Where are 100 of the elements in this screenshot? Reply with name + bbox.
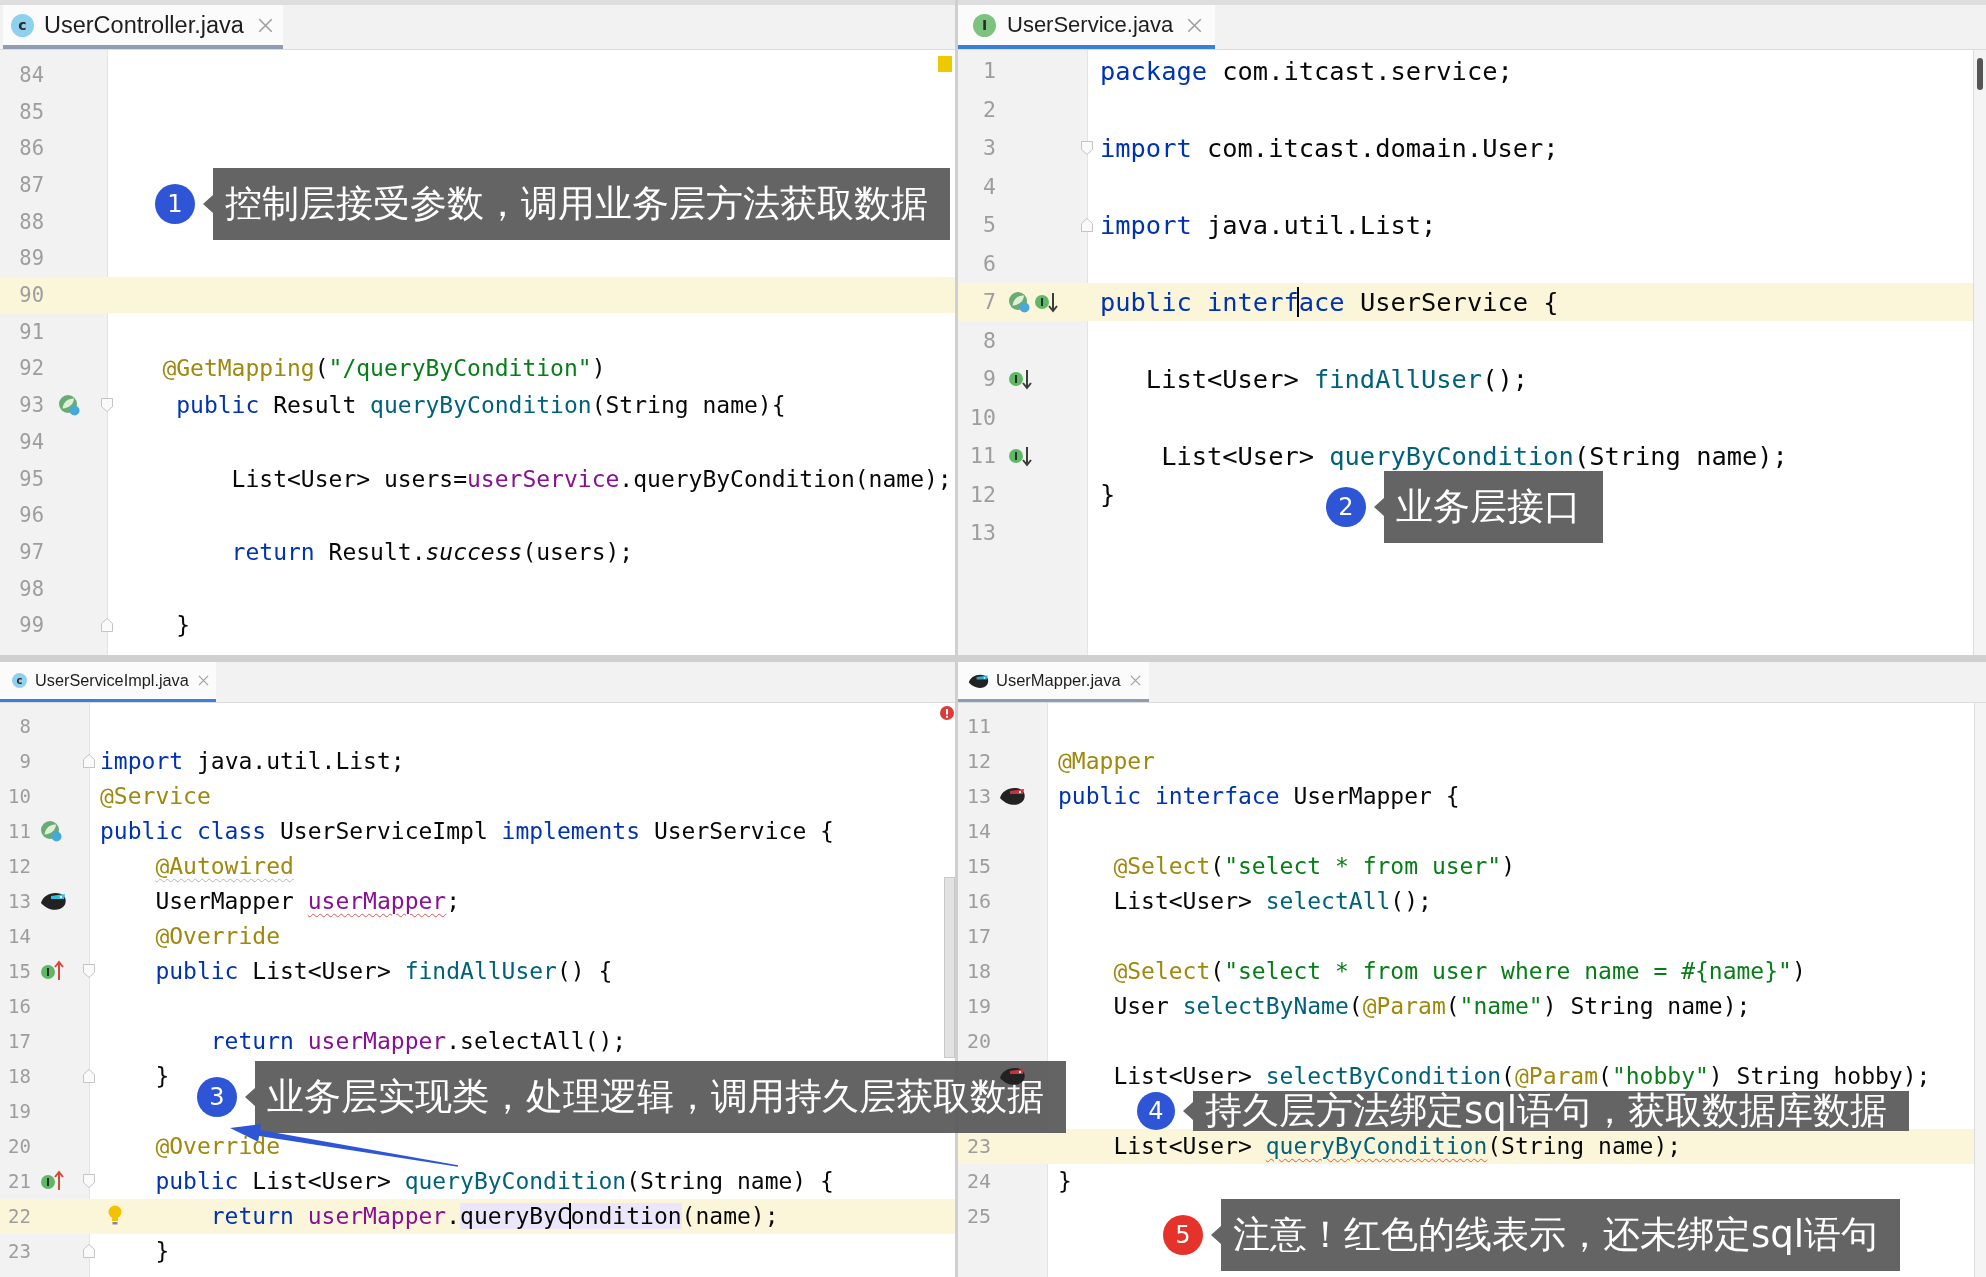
callout-text: 业务层接口 bbox=[1374, 471, 1603, 543]
code-line: User selectByName(@Param("name") String name); bbox=[1113, 993, 1751, 1019]
class-icon: c bbox=[11, 13, 34, 37]
line-number: 86 bbox=[19, 136, 44, 161]
fold-icon[interactable] bbox=[1080, 139, 1094, 156]
scrollbar-thumb[interactable] bbox=[944, 877, 955, 1058]
line-number: 98 bbox=[19, 576, 44, 601]
close-icon[interactable] bbox=[1129, 675, 1141, 686]
line-number: 12 bbox=[8, 855, 31, 877]
line-number: 15 bbox=[8, 960, 31, 982]
line-number: 18 bbox=[966, 959, 991, 983]
code-line: @Select("select * from user") bbox=[1113, 853, 1515, 879]
fold-icon[interactable] bbox=[82, 963, 96, 979]
line-number: 21 bbox=[8, 1170, 31, 1192]
code-line: import java.util.List; bbox=[1100, 209, 1437, 240]
leaf-icon[interactable] bbox=[40, 820, 62, 842]
down-arrow-icon[interactable] bbox=[1034, 290, 1058, 313]
line-number: 88 bbox=[19, 209, 44, 234]
editor-tab[interactable]: c UserServiceImpl.java bbox=[0, 662, 216, 702]
line-number: 25 bbox=[966, 1204, 991, 1228]
line-number: 13 bbox=[8, 890, 31, 912]
code-line: List<User> queryByCondition(String name); bbox=[1113, 1133, 1682, 1159]
up-arrow-icon[interactable] bbox=[40, 1170, 64, 1192]
interface-icon: I bbox=[973, 13, 996, 37]
code-line: } bbox=[176, 612, 191, 639]
code-line: @Select("select * from user where name = #{name}") bbox=[1113, 958, 1806, 984]
fold-icon[interactable] bbox=[100, 397, 114, 414]
code-line: @Service bbox=[100, 783, 211, 809]
line-number: 13 bbox=[966, 784, 991, 808]
code-line: UserMapper userMapper; bbox=[155, 888, 461, 914]
fold-icon[interactable] bbox=[82, 1173, 96, 1189]
close-icon[interactable] bbox=[257, 17, 273, 33]
line-number: 5 bbox=[983, 212, 996, 238]
line-number: 16 bbox=[966, 889, 991, 913]
line-number: 17 bbox=[8, 1030, 31, 1052]
editor-tab[interactable]: I UserService.java bbox=[958, 5, 1216, 49]
line-number: 95 bbox=[19, 466, 44, 491]
code-line: public Result queryByCondition(String name){ bbox=[176, 392, 786, 419]
line-number: 9 bbox=[19, 750, 31, 772]
code-line: List<User> findAllUser(); bbox=[1145, 363, 1528, 394]
code-line: @GetMapping("/queryByCondition") bbox=[162, 355, 606, 382]
line-number: 89 bbox=[19, 246, 44, 271]
line-number: 6 bbox=[983, 250, 996, 276]
code-line: public List<User> queryByCondition(String name) { bbox=[155, 1168, 834, 1194]
code-line: @Override bbox=[155, 1133, 280, 1159]
down-arrow-icon[interactable] bbox=[1008, 444, 1032, 467]
line-number: 8 bbox=[983, 327, 996, 353]
line-number: 2 bbox=[983, 96, 996, 122]
line-number: 14 bbox=[966, 819, 991, 843]
line-number: 8 bbox=[19, 715, 31, 737]
class-icon: c bbox=[12, 673, 27, 688]
line-number: 91 bbox=[19, 319, 44, 344]
fold-icon[interactable] bbox=[82, 1068, 96, 1084]
close-icon[interactable] bbox=[1187, 17, 1203, 33]
code-line: } bbox=[155, 1238, 170, 1264]
code-line: public class UserServiceImpl implements UserService { bbox=[100, 818, 834, 844]
code-line: package com.itcast.service; bbox=[1100, 55, 1513, 86]
leaf-icon[interactable] bbox=[58, 394, 80, 417]
line-number: 16 bbox=[8, 995, 31, 1017]
line-number: 84 bbox=[19, 62, 44, 87]
editor-tab[interactable]: UserMapper.java bbox=[958, 662, 1149, 702]
line-number: 93 bbox=[19, 393, 44, 418]
fold-icon[interactable] bbox=[82, 753, 96, 769]
code-line: return userMapper.selectAll(); bbox=[210, 1028, 627, 1054]
lightbulb-icon[interactable] bbox=[108, 1204, 122, 1225]
scrollbar[interactable] bbox=[1974, 703, 1986, 1277]
fold-icon[interactable] bbox=[1080, 216, 1094, 233]
fold-icon[interactable] bbox=[100, 617, 114, 634]
code-line: } bbox=[155, 1063, 170, 1089]
line-number: 22 bbox=[8, 1205, 31, 1227]
code-line: @Override bbox=[155, 923, 280, 949]
line-number: 97 bbox=[19, 539, 44, 564]
fold-icon[interactable] bbox=[82, 1243, 96, 1259]
line-number: 23 bbox=[966, 1134, 991, 1158]
line-number: 99 bbox=[19, 613, 44, 638]
up-arrow-icon[interactable] bbox=[40, 960, 64, 982]
editor-tab[interactable]: c UserController.java bbox=[3, 5, 283, 49]
line-number: 9 bbox=[983, 366, 996, 392]
line-number: 85 bbox=[19, 99, 44, 124]
code-line: } bbox=[1100, 479, 1116, 510]
line-number: 96 bbox=[19, 503, 44, 528]
line-number: 92 bbox=[19, 356, 44, 381]
code-line: List<User> selectByCondition(@Param("hobby") String hobby); bbox=[1113, 1063, 1931, 1089]
down-arrow-icon[interactable] bbox=[1008, 367, 1032, 390]
line-number: 20 bbox=[8, 1135, 31, 1157]
scrollbar-thumb[interactable] bbox=[1977, 58, 1983, 90]
code-line: List<User> selectAll(); bbox=[1113, 888, 1432, 914]
line-number: 12 bbox=[970, 481, 996, 507]
code-line: List<User> queryByCondition(String name); bbox=[1161, 440, 1788, 471]
code-line: } bbox=[1058, 1168, 1072, 1194]
code-line: @Mapper bbox=[1058, 748, 1155, 774]
close-icon[interactable] bbox=[197, 675, 209, 686]
code-line: @Autowired bbox=[155, 853, 294, 879]
scrollbar[interactable] bbox=[1973, 50, 1986, 655]
line-number: 87 bbox=[19, 173, 44, 197]
error-icon[interactable] bbox=[940, 706, 954, 720]
line-number: 14 bbox=[8, 925, 31, 947]
line-number: 11 bbox=[8, 820, 31, 842]
line-number: 10 bbox=[8, 785, 31, 807]
line-number: 23 bbox=[8, 1240, 31, 1262]
